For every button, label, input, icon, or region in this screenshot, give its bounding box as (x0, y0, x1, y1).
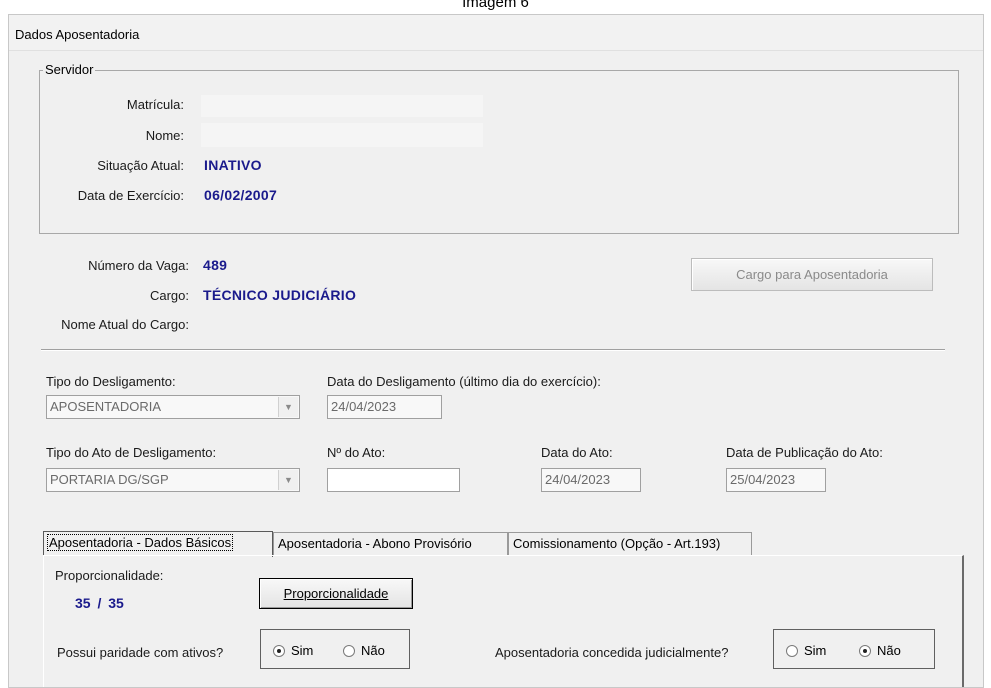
paridade-nao-radio[interactable]: Não (343, 643, 385, 658)
numero-vaga-value: 489 (203, 257, 228, 273)
tab-comissionamento-label: Comissionamento (Opção - Art.193) (513, 536, 721, 551)
paridade-label: Possui paridade com ativos? (57, 645, 224, 660)
matricula-label: Matrícula: (126, 97, 184, 112)
paridade-radiogroup: Sim Não (260, 629, 410, 669)
tipo-ato-value: PORTARIA DG/SGP (50, 472, 169, 487)
judicial-nao-label: Não (877, 643, 901, 658)
window-titlebar: Dados Aposentadoria (9, 15, 983, 51)
tipo-ato-select[interactable]: PORTARIA DG/SGP ▼ (46, 468, 300, 492)
proporcionalidade-numerator: 35 (75, 595, 91, 611)
tab-dados-basicos[interactable]: Aposentadoria - Dados Básicos (43, 531, 273, 557)
cargo-aposentadoria-button[interactable]: Cargo para Aposentadoria (691, 258, 933, 291)
dados-aposentadoria-window: Dados Aposentadoria Servidor Matrícula: … (8, 14, 984, 688)
proporcionalidade-button[interactable]: Proporcionalidade (259, 578, 413, 609)
tipo-desligamento-value: APOSENTADORIA (50, 399, 162, 414)
servidor-groupbox (39, 70, 959, 234)
proporcionalidade-separator: / (97, 595, 102, 611)
paridade-nao-label: Não (361, 643, 385, 658)
judicial-nao-radio[interactable]: Não (859, 643, 901, 658)
proporcionalidade-denominator: 35 (108, 595, 124, 611)
judicial-sim-label: Sim (804, 643, 827, 658)
window-title: Dados Aposentadoria (15, 27, 140, 42)
judicial-radiogroup: Sim Não (773, 629, 935, 669)
paridade-sim-radio[interactable]: Sim (273, 643, 313, 658)
exercicio-value: 06/02/2007 (204, 187, 278, 203)
tab-abono-provisorio[interactable]: Aposentadoria - Abono Provisório (273, 532, 508, 556)
data-ato-field[interactable]: 24/04/2023 (541, 468, 641, 492)
image-caption-text: Imagem 6 (462, 0, 529, 11)
data-publicacao-field[interactable]: 25/04/2023 (726, 468, 826, 492)
tab-abono-provisorio-label: Aposentadoria - Abono Provisório (278, 536, 472, 551)
cargo-value: TÉCNICO JUDICIÁRIO (203, 287, 357, 303)
situacao-value: INATIVO (204, 157, 262, 173)
chevron-down-icon[interactable]: ▼ (278, 470, 298, 490)
data-ato-label: Data do Ato: (541, 445, 613, 460)
situacao-label: Situação Atual: (97, 158, 184, 173)
exercicio-label: Data de Exercício: (77, 188, 184, 203)
cargo-label: Cargo: (149, 288, 189, 303)
tipo-desligamento-select[interactable]: APOSENTADORIA ▼ (46, 395, 300, 419)
data-publicacao-label: Data de Publicação do Ato: (726, 445, 883, 460)
radio-selected-icon (859, 644, 871, 657)
radio-unselected-icon (343, 644, 355, 657)
data-desligamento-field[interactable]: 24/04/2023 (327, 395, 442, 419)
numero-ato-input[interactable] (327, 468, 460, 492)
data-desligamento-label: Data do Desligamento (último dia do exer… (327, 374, 601, 389)
chevron-down-icon[interactable]: ▼ (278, 397, 298, 417)
tab-dados-basicos-label: Aposentadoria - Dados Básicos (46, 534, 234, 551)
separator-line (41, 349, 945, 351)
numero-ato-label: Nº do Ato: (327, 445, 386, 460)
matricula-value (201, 95, 483, 117)
tipo-desligamento-label: Tipo do Desligamento: (46, 374, 176, 389)
nome-atual-cargo-label: Nome Atual do Cargo: (61, 317, 189, 332)
tab-comissionamento[interactable]: Comissionamento (Opção - Art.193) (508, 532, 752, 556)
servidor-group-title: Servidor (43, 62, 96, 77)
proporcionalidade-label: Proporcionalidade: (55, 568, 164, 583)
judicial-sim-radio[interactable]: Sim (786, 643, 826, 658)
nome-value (201, 123, 483, 147)
judicial-label: Aposentadoria concedida judicialmente? (495, 645, 729, 660)
proporcionalidade-value: 35 / 35 (75, 595, 124, 611)
radio-unselected-icon (786, 644, 798, 657)
paridade-sim-label: Sim (291, 643, 314, 658)
radio-selected-icon (273, 644, 285, 657)
tipo-ato-label: Tipo do Ato de Desligamento: (46, 445, 217, 460)
nome-label: Nome: (145, 128, 184, 143)
numero-vaga-label: Número da Vaga: (88, 258, 189, 273)
proporcionalidade-button-label: Proporcionalidade (283, 586, 389, 601)
